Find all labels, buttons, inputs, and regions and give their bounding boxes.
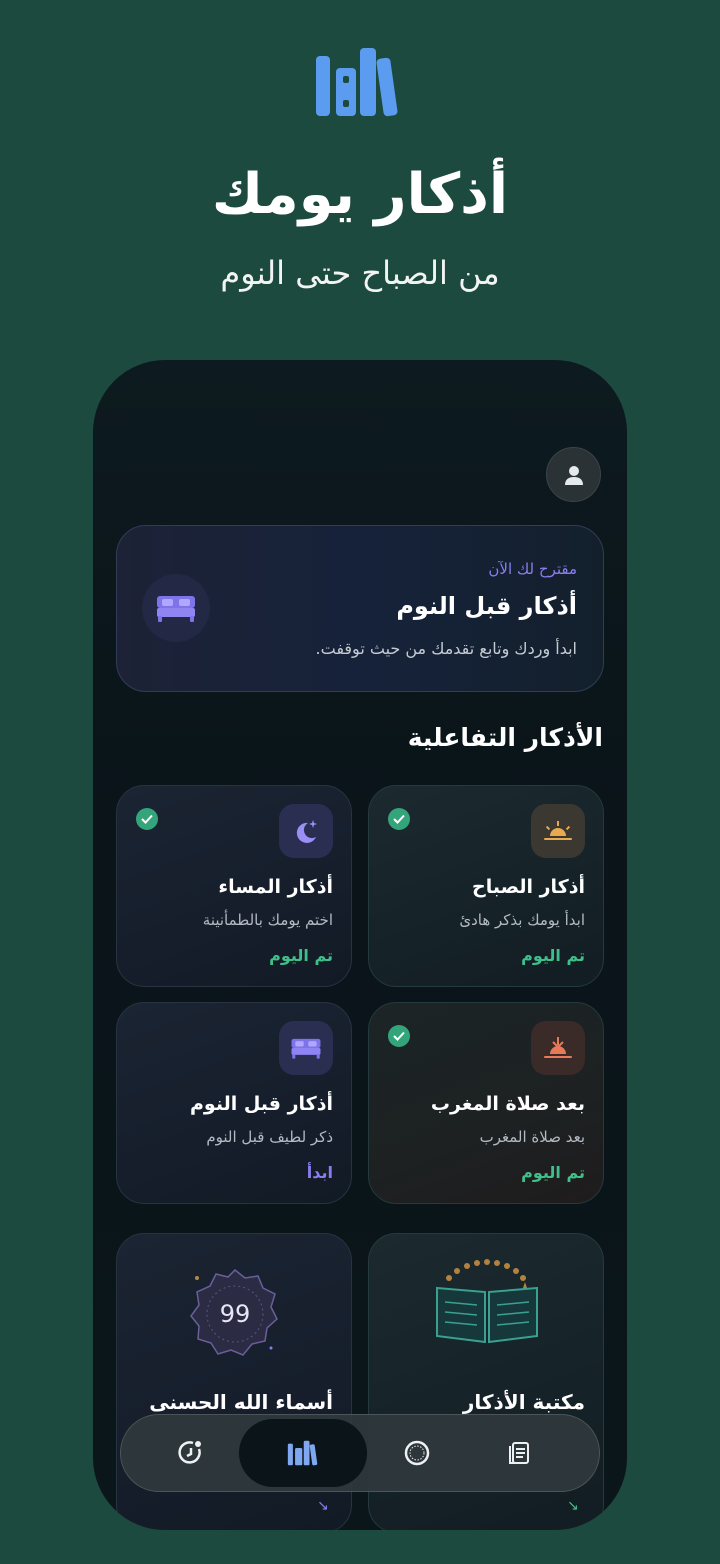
tile-title: أسماء الله الحسنى <box>149 1390 333 1414</box>
tile-status: تم اليوم <box>269 946 333 965</box>
sunrise-icon <box>544 821 572 840</box>
tile-status: تم اليوم <box>521 1163 585 1182</box>
bottom-nav <box>120 1414 600 1492</box>
completed-check-icon <box>388 1025 410 1047</box>
ornament-badge-icon: 99 <box>190 1268 278 1356</box>
suggestion-title: أذكار قبل النوم <box>396 592 577 620</box>
tile-title: أذكار الصباح <box>472 876 585 898</box>
tile-maghrib-adhkar[interactable]: بعد صلاة المغرب بعد صلاة المغرب تم اليوم <box>368 1002 604 1204</box>
promo-subtitle: من الصباح حتى النوم <box>220 254 500 292</box>
tile-description: ذكر لطيف قبل النوم <box>206 1128 333 1146</box>
tile-status: تم اليوم <box>521 946 585 965</box>
suggestion-card[interactable]: مقترح لك الآن أذكار قبل النوم ابدأ وردك … <box>116 525 604 692</box>
tile-evening-adhkar[interactable]: أذكار المساء اختم يومك بالطمأنينة تم الي… <box>116 785 352 987</box>
completed-check-icon <box>388 808 410 830</box>
tile-start-link[interactable]: ابدأ <box>307 1163 333 1182</box>
user-icon <box>564 465 583 485</box>
tile-icon-badge <box>279 1021 333 1075</box>
badge-number: 99 <box>220 1300 251 1328</box>
promo-title: أذكار يومك <box>211 162 509 227</box>
bed-icon <box>157 596 195 622</box>
section-title: الأذكار التفاعلية <box>407 723 603 752</box>
clock-chart-icon <box>178 1441 201 1464</box>
profile-button[interactable] <box>546 447 601 502</box>
tile-morning-adhkar[interactable]: أذكار الصباح ابدأ يومك بذكر هادئ تم اليو… <box>368 785 604 987</box>
suggestion-eyebrow: مقترح لك الآن <box>488 560 577 578</box>
ring-icon <box>404 1440 430 1466</box>
app-logo-icon <box>316 48 398 117</box>
bed-icon <box>291 1038 321 1059</box>
completed-check-icon <box>136 808 158 830</box>
moon-stars-icon <box>296 820 317 843</box>
open-book-prayer-beads-icon <box>436 1259 538 1344</box>
nav-stats[interactable] <box>127 1419 255 1487</box>
tile-icon-badge <box>531 804 585 858</box>
tile-description: اختم يومك بالطمأنينة <box>202 911 333 929</box>
suggestion-icon-badge <box>142 574 210 642</box>
library-books-icon <box>287 1440 318 1466</box>
tile-icon-badge <box>279 804 333 858</box>
tile-title: مكتبة الأذكار <box>462 1390 585 1414</box>
phone-screen: مقترح لك الآن أذكار قبل النوم ابدأ وردك … <box>93 360 627 1530</box>
book-pages-icon <box>509 1442 529 1464</box>
nav-library[interactable] <box>239 1419 367 1487</box>
tile-description: بعد صلاة المغرب <box>479 1128 585 1146</box>
suggestion-description: ابدأ وردك وتابع تقدمك من حيث توقفت. <box>315 639 577 658</box>
tile-sleep-adhkar[interactable]: أذكار قبل النوم ذكر لطيف قبل النوم ابدأ <box>116 1002 352 1204</box>
tile-title: بعد صلاة المغرب <box>430 1093 585 1115</box>
tile-icon-badge <box>531 1021 585 1075</box>
arrow-icon: ↘ <box>317 1498 329 1514</box>
arrow-icon: ↘ <box>567 1498 579 1514</box>
tile-title: أذكار المساء <box>218 876 333 898</box>
sunset-icon <box>544 1037 572 1058</box>
nav-tasbih[interactable] <box>353 1419 481 1487</box>
tile-description: ابدأ يومك بذكر هادئ <box>459 911 585 929</box>
tile-title: أذكار قبل النوم <box>189 1093 333 1115</box>
